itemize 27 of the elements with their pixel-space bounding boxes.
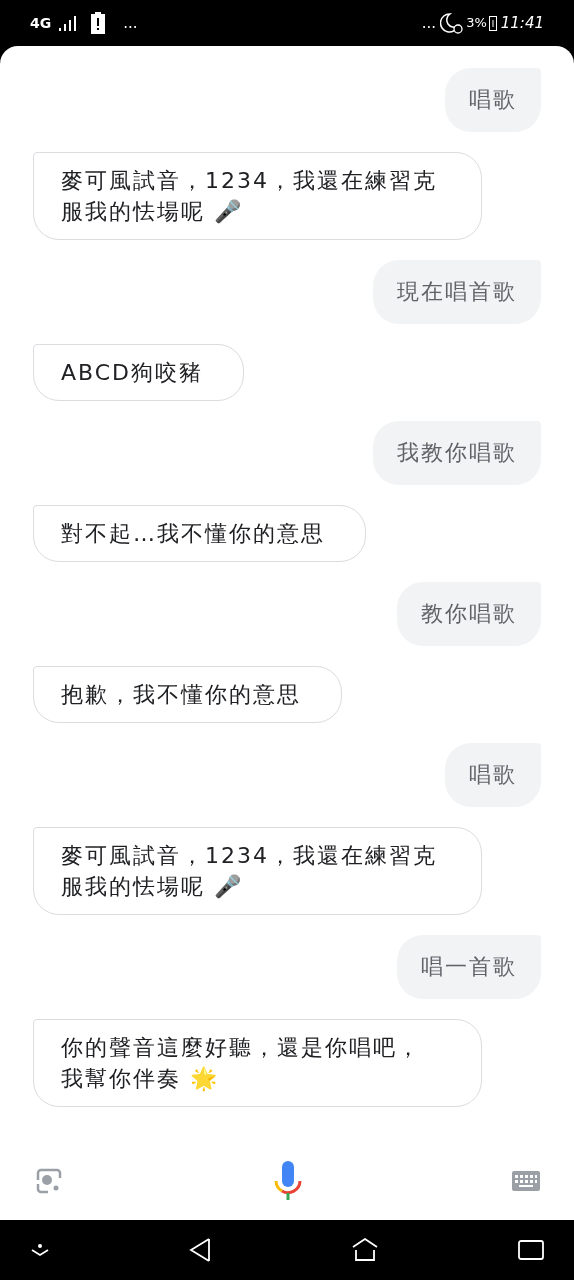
recents-icon[interactable] xyxy=(517,1239,544,1261)
assistant-message: ABCD狗咬豬 xyxy=(33,344,245,401)
user-message: 現在唱首歌 xyxy=(373,260,541,324)
assistant-message: 抱歉，我不懂你的意思 xyxy=(33,666,342,723)
user-message: 唱歌 xyxy=(445,68,541,132)
clock: 11:41 xyxy=(500,12,544,34)
network-type: 4G xyxy=(30,13,52,33)
assistant-message: 麥可風試音，1234，我還在練習克服我的怯場呢 🎤 xyxy=(33,152,482,240)
assistant-message: 你的聲音這麼好聽，還是你唱吧，我幫你伴奏 🌟 xyxy=(33,1019,482,1107)
user-message: 唱一首歌 xyxy=(397,935,541,999)
user-message: 我教你唱歌 xyxy=(373,421,541,485)
more-notifications: ... xyxy=(123,12,138,34)
battery-alert-icon xyxy=(91,12,106,34)
more-notifications: ... xyxy=(421,12,437,34)
home-icon[interactable] xyxy=(351,1238,380,1262)
user-message: 唱歌 xyxy=(445,743,541,807)
hide-nav-icon[interactable] xyxy=(30,1242,50,1258)
assistant-message: 對不起…我不懂你的意思 xyxy=(33,505,366,562)
microphone-icon[interactable] xyxy=(274,1161,302,1201)
battery-percent: 3% xyxy=(466,14,487,33)
battery-icon xyxy=(488,15,497,31)
user-message: 教你唱歌 xyxy=(397,582,541,646)
keyboard-icon[interactable] xyxy=(512,1171,540,1191)
lens-icon[interactable] xyxy=(34,1166,64,1196)
back-icon[interactable] xyxy=(188,1237,213,1263)
assistant-message: 麥可風試音，1234，我還在練習克服我的怯場呢 🎤 xyxy=(33,827,482,915)
moon-alarm-icon xyxy=(440,12,465,34)
